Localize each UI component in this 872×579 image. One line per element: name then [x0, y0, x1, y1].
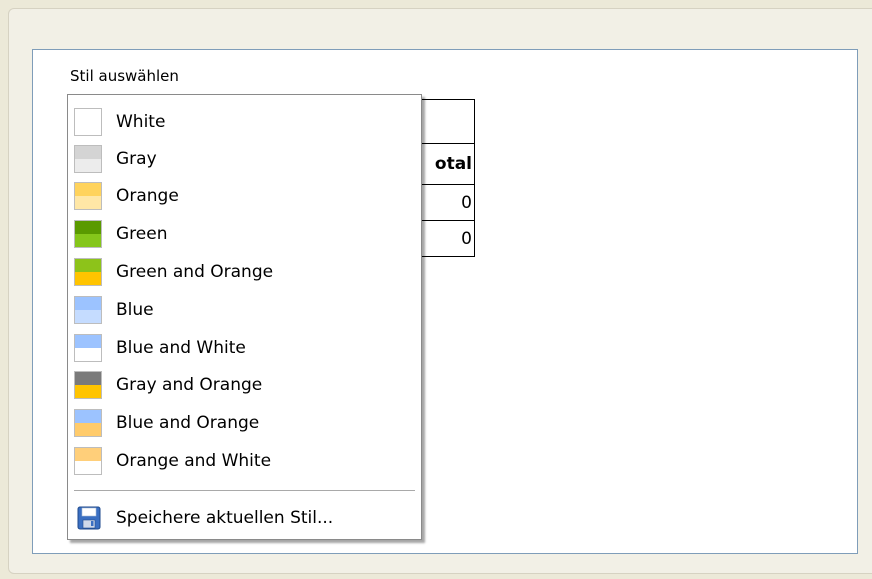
save-style-label: Speichere aktuellen Stil... — [116, 508, 334, 528]
menu-item-orange[interactable]: Orange — [74, 179, 414, 213]
menu-separator — [74, 490, 415, 492]
color-swatch-icon — [74, 371, 102, 399]
color-swatch-icon — [74, 447, 102, 475]
color-swatch-icon — [74, 145, 102, 173]
floppy-disk-icon — [76, 505, 102, 531]
menu-item-label: Blue — [116, 300, 154, 320]
style-menu: White Gray Orange Green Green and Orange… — [67, 94, 422, 540]
menu-item-label: Green — [116, 224, 168, 244]
menu-item-blue-and-white[interactable]: Blue and White — [74, 331, 414, 365]
color-swatch-icon — [74, 220, 102, 248]
menu-item-gray[interactable]: Gray — [74, 142, 414, 176]
color-swatch-icon — [74, 182, 102, 210]
menu-item-blue[interactable]: Blue — [74, 293, 414, 327]
save-style-menu-item[interactable]: Speichere aktuellen Stil... — [74, 501, 414, 535]
menu-item-label: Gray and Orange — [116, 375, 263, 395]
menu-item-green-and-orange[interactable]: Green and Orange — [74, 255, 414, 289]
menu-item-blue-and-orange[interactable]: Blue and Orange — [74, 406, 414, 440]
menu-item-label: Orange — [116, 186, 179, 206]
color-swatch-icon — [74, 258, 102, 286]
menu-item-white[interactable]: White — [74, 105, 414, 139]
menu-item-label: Blue and White — [116, 338, 246, 358]
menu-item-label: Gray — [116, 149, 157, 169]
color-swatch-icon — [74, 409, 102, 437]
color-swatch-icon — [74, 334, 102, 362]
menu-item-gray-and-orange[interactable]: Gray and Orange — [74, 368, 414, 402]
menu-item-label: Orange and White — [116, 451, 272, 471]
menu-item-label: Green and Orange — [116, 262, 274, 282]
color-swatch-icon — [74, 108, 102, 136]
menu-item-label: White — [116, 112, 166, 132]
menu-item-green[interactable]: Green — [74, 217, 414, 251]
color-swatch-icon — [74, 296, 102, 324]
menu-item-orange-and-white[interactable]: Orange and White — [74, 444, 414, 478]
menu-item-label: Blue and Orange — [116, 413, 260, 433]
style-select-label: Stil auswählen — [70, 67, 179, 85]
